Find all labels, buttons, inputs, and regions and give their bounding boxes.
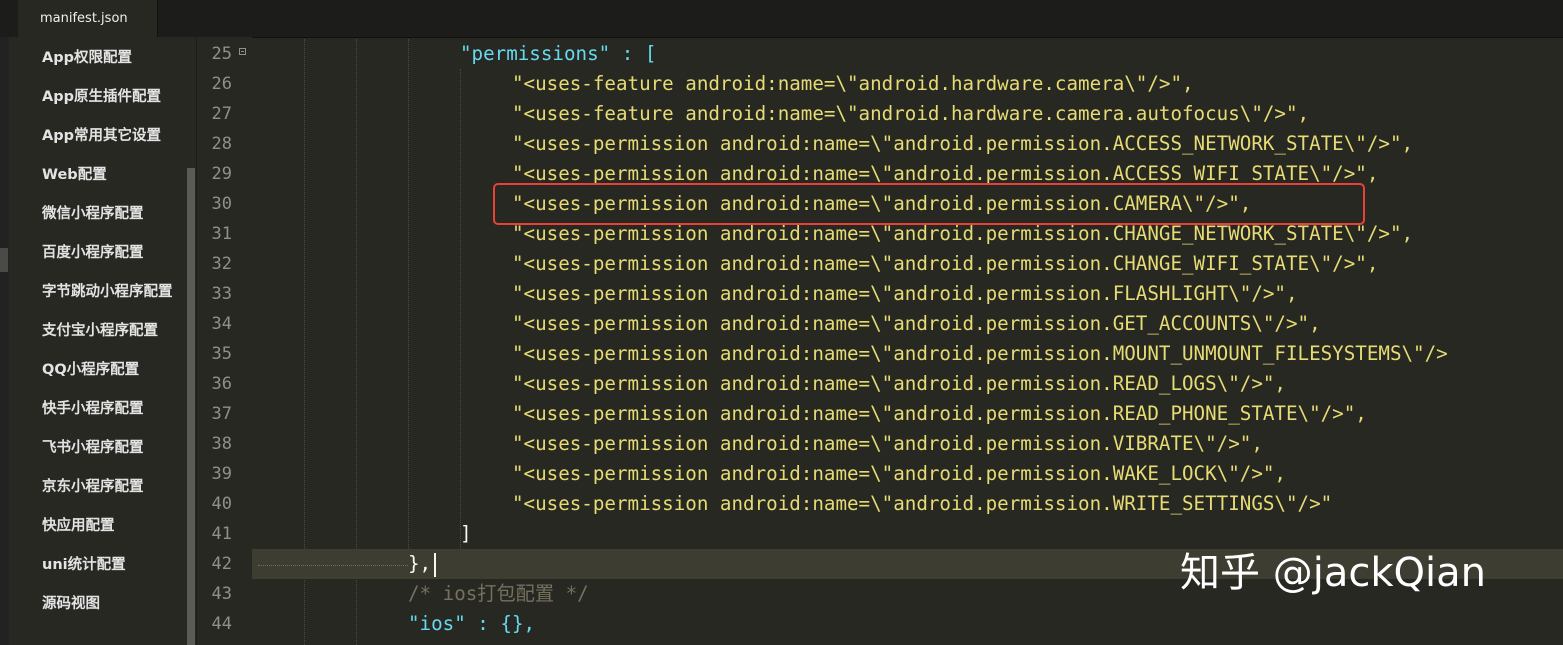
tab-bar: manifest.json — [0, 0, 1563, 38]
code-line: "<uses-feature android:name=\"android.ha… — [512, 102, 1310, 125]
line-number: 35 — [211, 344, 232, 364]
sidebar-item-kuaishou-mini[interactable]: 快手小程序配置 — [42, 398, 144, 420]
zhihu-watermark: 知乎 @jackQian — [1180, 550, 1486, 596]
line-number: 31 — [211, 224, 232, 244]
sidebar-item-alipay-mini[interactable]: 支付宝小程序配置 — [42, 320, 158, 342]
code-line: "ios" : {}, — [408, 612, 536, 635]
sidebar-item-app-permissions[interactable]: App权限配置 — [42, 47, 132, 69]
line-number: 28 — [211, 134, 232, 154]
code-line: "<uses-permission android:name=\"android… — [512, 492, 1333, 515]
tab-manifest-json[interactable]: manifest.json — [18, 0, 158, 37]
line-number: 43 — [211, 584, 232, 604]
code-line: "<uses-feature android:name=\"android.ha… — [512, 72, 1194, 95]
sidebar-item-qq-mini[interactable]: QQ小程序配置 — [42, 359, 139, 381]
line-number: 30 — [211, 194, 232, 214]
sidebar-item-jd-mini[interactable]: 京东小程序配置 — [42, 476, 144, 498]
line-number: 29 — [211, 164, 232, 184]
code-line: "<uses-permission android:name=\"android… — [512, 252, 1379, 275]
line-number: 32 — [211, 254, 232, 274]
line-number: 37 — [211, 404, 232, 424]
text-cursor — [434, 553, 436, 577]
sidebar-item-uni-stat[interactable]: uni统计配置 — [42, 554, 126, 576]
sidebar-item-app-native-plugins[interactable]: App原生插件配置 — [42, 86, 161, 108]
sidebar-edge-marker — [0, 248, 8, 272]
code-line: "<uses-permission android:name=\"android… — [512, 132, 1414, 155]
sidebar-scrollbar[interactable] — [187, 168, 195, 645]
indent-guide — [408, 39, 409, 549]
line-number: 41 — [211, 524, 232, 544]
code-line: "<uses-permission android:name=\"android… — [512, 432, 1263, 455]
whitespace-dots — [258, 565, 408, 566]
line-number: 25 — [211, 44, 232, 64]
sidebar-item-web[interactable]: Web配置 — [42, 164, 107, 186]
code-line: "<uses-permission android:name=\"android… — [512, 462, 1286, 485]
line-number: 26 — [211, 74, 232, 94]
sidebar-item-source-view[interactable]: 源码视图 — [42, 593, 100, 615]
code-line: "<uses-permission android:name=\"android… — [512, 342, 1448, 365]
camera-permission-highlight — [493, 183, 1365, 225]
indent-guide — [460, 69, 461, 549]
line-number: 42 — [211, 554, 232, 574]
line-number: 33 — [211, 284, 232, 304]
sidebar-item-baidu-mini[interactable]: 百度小程序配置 — [42, 242, 144, 264]
sidebar-item-wechat-mini[interactable]: 微信小程序配置 — [42, 203, 144, 225]
line-number: 27 — [211, 104, 232, 124]
line-number: 36 — [211, 374, 232, 394]
code-line: "<uses-permission android:name=\"android… — [512, 372, 1286, 395]
line-number: 34 — [211, 314, 232, 334]
line-number: 38 — [211, 434, 232, 454]
line-number: 39 — [211, 464, 232, 484]
sidebar-item-app-other-settings[interactable]: App常用其它设置 — [42, 125, 161, 147]
line-number: 44 — [211, 614, 232, 634]
fold-toggle-icon[interactable] — [239, 48, 246, 55]
code-line: "<uses-permission android:name=\"android… — [512, 282, 1298, 305]
line-number: 40 — [211, 494, 232, 514]
code-line: "permissions" : [ — [460, 42, 657, 65]
code-line: "<uses-permission android:name=\"android… — [512, 312, 1321, 335]
sidebar-edge — [0, 37, 9, 645]
sidebar-item-bytedance-mini[interactable]: 字节跳动小程序配置 — [42, 281, 173, 303]
sidebar-item-quickapp[interactable]: 快应用配置 — [42, 515, 115, 537]
sidebar-item-feishu-mini[interactable]: 飞书小程序配置 — [42, 437, 144, 459]
code-line: "<uses-permission android:name=\"android… — [512, 402, 1367, 425]
